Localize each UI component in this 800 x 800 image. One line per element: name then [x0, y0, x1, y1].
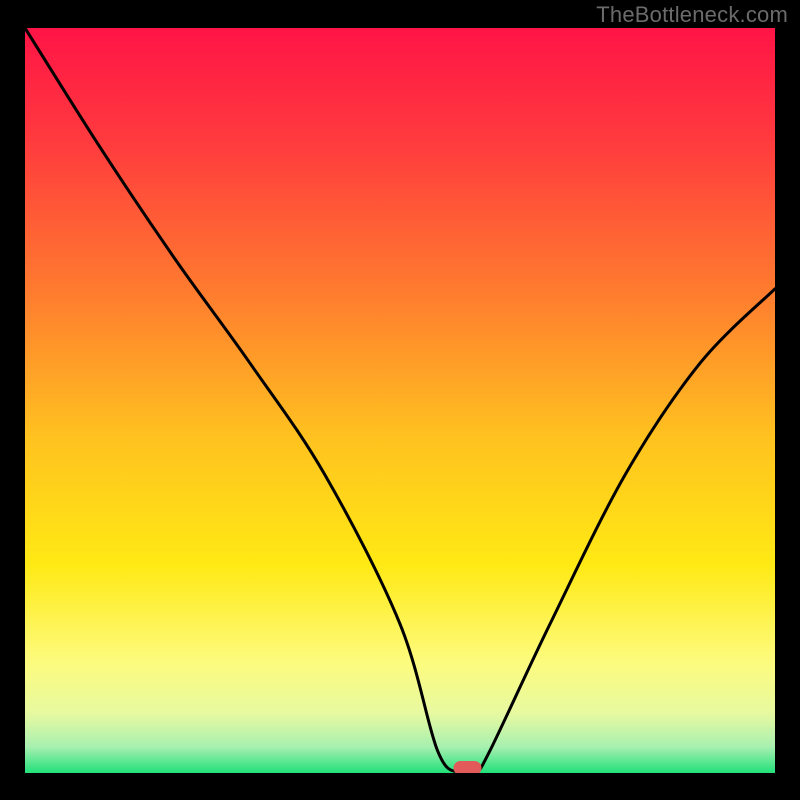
bottleneck-chart-svg — [25, 28, 775, 773]
chart-frame: TheBottleneck.com — [0, 0, 800, 800]
attribution-text: TheBottleneck.com — [596, 2, 788, 28]
bottleneck-marker — [454, 761, 482, 773]
plot-area — [25, 28, 775, 773]
gradient-background — [25, 28, 775, 773]
